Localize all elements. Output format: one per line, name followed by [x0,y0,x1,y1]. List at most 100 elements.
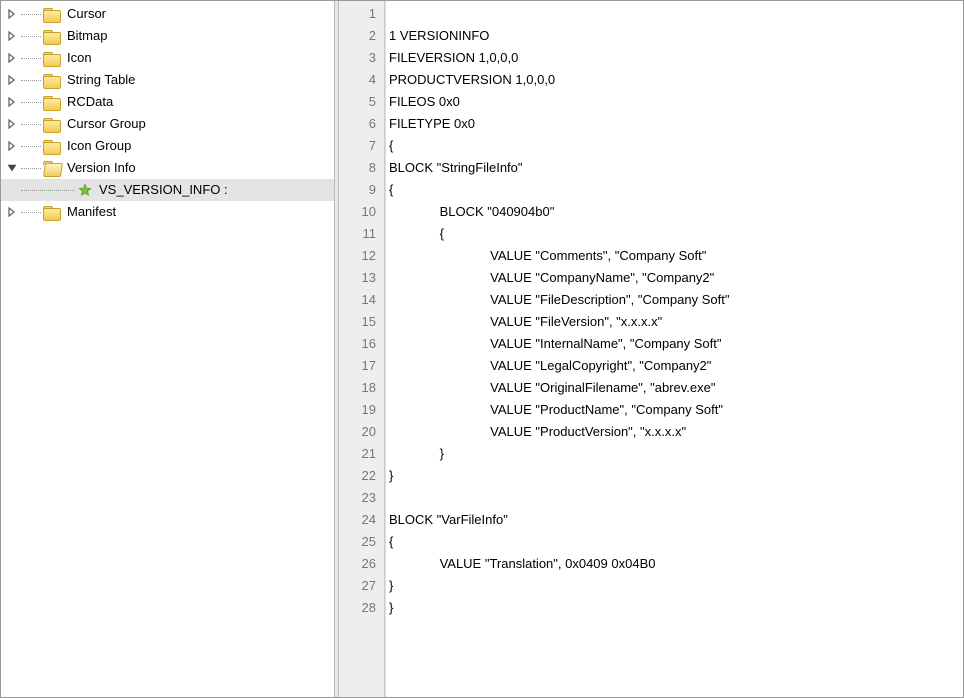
chevron-right-icon[interactable] [5,29,19,43]
line-number: 13 [339,267,384,289]
tree-item-cursor-group[interactable]: Cursor Group [1,113,334,135]
tree-item-label: Cursor [65,3,108,25]
line-number: 5 [339,91,384,113]
line-number: 17 [339,355,384,377]
line-number: 4 [339,69,384,91]
chevron-right-icon[interactable] [5,139,19,153]
line-number: 16 [339,333,384,355]
tree-item-label: VS_VERSION_INFO : [97,179,230,201]
line-number: 1 [339,3,384,25]
tree-connector [19,47,43,69]
line-number: 25 [339,531,384,553]
code-line[interactable]: { [389,179,963,201]
folder-icon [43,6,61,22]
chevron-right-icon[interactable] [5,73,19,87]
code-line[interactable]: VALUE "Translation", 0x0409 0x04B0 [389,553,963,575]
line-number: 28 [339,597,384,619]
code-line[interactable]: VALUE "InternalName", "Company Soft" [389,333,963,355]
code-line[interactable] [389,3,963,25]
line-number: 18 [339,377,384,399]
code-line[interactable]: FILETYPE 0x0 [389,113,963,135]
tree-item-label: Manifest [65,201,118,223]
folder-icon [43,50,61,66]
chevron-right-icon[interactable] [5,51,19,65]
tree-item-manifest[interactable]: Manifest [1,201,334,223]
tree-item-label: Cursor Group [65,113,148,135]
line-number: 27 [339,575,384,597]
code-line[interactable]: PRODUCTVERSION 1,0,0,0 [389,69,963,91]
line-number: 15 [339,311,384,333]
code-line[interactable]: { [389,531,963,553]
code-line[interactable]: VALUE "Comments", "Company Soft" [389,245,963,267]
code-line[interactable]: } [389,575,963,597]
code-line[interactable]: VALUE "ProductVersion", "x.x.x.x" [389,421,963,443]
tree-connector [19,157,43,179]
tree-item-version-info[interactable]: Version Info [1,157,334,179]
resource-tree: Cursor Bitmap Icon [1,3,334,223]
line-number: 21 [339,443,384,465]
line-number: 26 [339,553,384,575]
tree-connector [19,25,43,47]
code-line[interactable]: VALUE "LegalCopyright", "Company2" [389,355,963,377]
code-line[interactable]: VALUE "ProductName", "Company Soft" [389,399,963,421]
code-line[interactable]: FILEVERSION 1,0,0,0 [389,47,963,69]
code-line[interactable]: BLOCK "040904b0" [389,201,963,223]
line-number: 14 [339,289,384,311]
line-number-gutter: 1234567891011121314151617181920212223242… [339,1,385,697]
tree-connector [19,69,43,91]
code-line[interactable]: 1 VERSIONINFO [389,25,963,47]
folder-open-icon [43,160,61,176]
line-number: 10 [339,201,384,223]
line-number: 6 [339,113,384,135]
line-number: 12 [339,245,384,267]
code-line[interactable]: BLOCK "StringFileInfo" [389,157,963,179]
tree-item-cursor[interactable]: Cursor [1,3,334,25]
code-line[interactable]: VALUE "CompanyName", "Company2" [389,267,963,289]
chevron-right-icon[interactable] [5,205,19,219]
line-number: 19 [339,399,384,421]
chevron-right-icon[interactable] [5,7,19,21]
tree-item-label: Icon Group [65,135,133,157]
tree-item-icon[interactable]: Icon [1,47,334,69]
line-number: 20 [339,421,384,443]
code-line[interactable]: VALUE "FileDescription", "Company Soft" [389,289,963,311]
code-line[interactable]: VALUE "FileVersion", "x.x.x.x" [389,311,963,333]
folder-icon [43,94,61,110]
folder-icon [43,116,61,132]
tree-item-label: Bitmap [65,25,109,47]
folder-icon [43,204,61,220]
line-number: 22 [339,465,384,487]
resource-tree-panel[interactable]: Cursor Bitmap Icon [1,1,334,697]
code-line[interactable]: } [389,597,963,619]
tree-connector [19,113,43,135]
code-line[interactable]: { [389,135,963,157]
tree-connector [19,179,77,201]
line-number: 24 [339,509,384,531]
code-area[interactable]: 1 VERSIONINFOFILEVERSION 1,0,0,0PRODUCTV… [385,1,963,697]
code-line[interactable]: BLOCK "VarFileInfo" [389,509,963,531]
folder-icon [43,72,61,88]
code-editor-panel: 1234567891011121314151617181920212223242… [339,1,963,697]
code-line[interactable]: { [389,223,963,245]
tree-item-rcdata[interactable]: RCData [1,91,334,113]
line-number: 8 [339,157,384,179]
tree-item-label: Icon [65,47,94,69]
chevron-down-icon[interactable] [5,161,19,175]
tree-item-bitmap[interactable]: Bitmap [1,25,334,47]
code-line[interactable] [389,487,963,509]
tree-item-string-table[interactable]: String Table [1,69,334,91]
chevron-right-icon[interactable] [5,95,19,109]
chevron-right-icon[interactable] [5,117,19,131]
tree-item-icon-group[interactable]: Icon Group [1,135,334,157]
line-number: 9 [339,179,384,201]
code-line[interactable]: VALUE "OriginalFilename", "abrev.exe" [389,377,963,399]
code-line[interactable]: } [389,443,963,465]
folder-icon [43,28,61,44]
code-line[interactable]: FILEOS 0x0 [389,91,963,113]
tree-item-vs-version-info[interactable]: VS_VERSION_INFO : [1,179,334,201]
star-icon [77,182,93,198]
tree-leaf-spacer [5,183,19,197]
folder-icon [43,138,61,154]
code-line[interactable]: } [389,465,963,487]
tree-item-label: RCData [65,91,115,113]
